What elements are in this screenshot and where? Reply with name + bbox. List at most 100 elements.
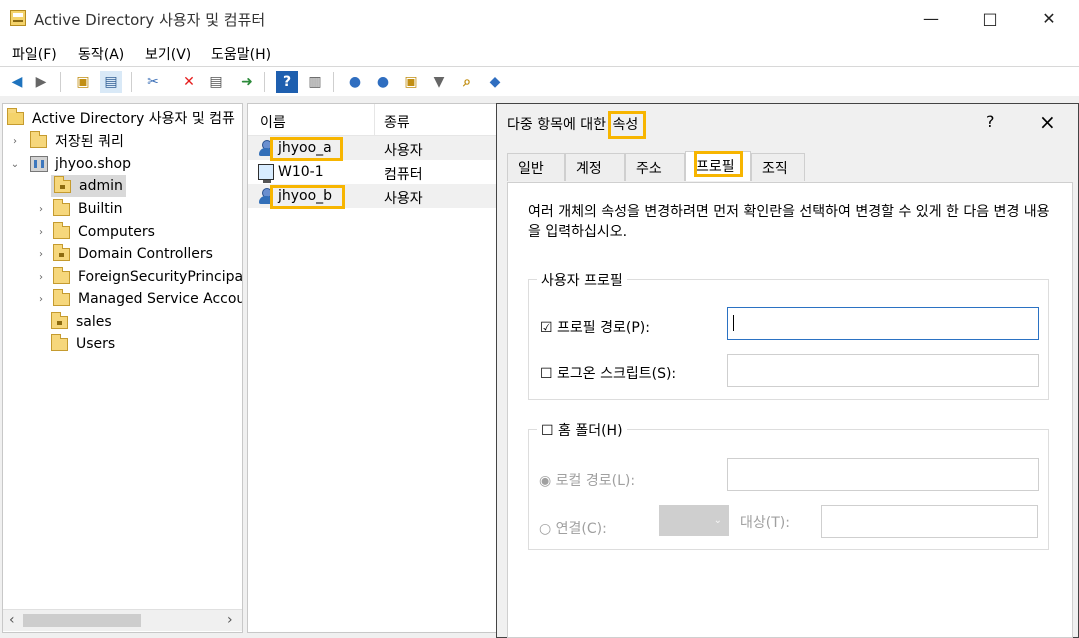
highlight-box: [694, 151, 743, 177]
properties-button[interactable]: ▤: [205, 71, 227, 93]
tree-item-saved-queries[interactable]: › 저장된 쿼리: [9, 130, 124, 152]
profile-path-checkbox[interactable]: ☑ 프로필 경로(P):: [540, 317, 650, 337]
tree-item-domain[interactable]: ⌄ jhyoo.shop: [9, 153, 131, 175]
back-icon: ◀: [11, 74, 23, 90]
maximize-icon: □: [982, 9, 998, 28]
profile-tab-panel: 여러 개체의 속성을 변경하려면 먼저 확인란을 선택하여 변경할 수 있게 한…: [507, 182, 1073, 638]
filter-icon: ▼: [433, 74, 445, 90]
menu-file[interactable]: 파일(F): [12, 44, 57, 64]
up-folder-button[interactable]: ▣: [72, 71, 94, 93]
chevron-right-icon: ›: [39, 248, 43, 260]
maximize-button[interactable]: □: [970, 6, 1010, 32]
folder-icon: [51, 333, 68, 351]
user-profile-group-title: 사용자 프로필: [537, 270, 627, 290]
column-name-header[interactable]: 이름: [260, 112, 286, 132]
tab-account[interactable]: 계정: [565, 153, 625, 181]
back-button[interactable]: ◀: [6, 71, 28, 93]
export-button[interactable]: ➜: [236, 71, 258, 93]
close-icon: ✕: [1042, 9, 1056, 28]
menu-view[interactable]: 보기(V): [145, 44, 191, 64]
multiple-properties-dialog: 다중 항목에 대한 속성 ? × 일반 계정 주소 프로필 조직 여러 개체의 …: [496, 103, 1079, 638]
folder-icon: [53, 221, 70, 239]
local-path-radio[interactable]: ◉ 로컬 경로(L):: [539, 470, 635, 490]
export-icon: ➜: [241, 74, 253, 90]
new-user-button[interactable]: ●: [344, 71, 366, 93]
local-path-input[interactable]: [727, 458, 1039, 491]
column-type-header[interactable]: 종류: [384, 112, 410, 132]
minimize-icon: —: [923, 9, 939, 28]
add-to-group-button[interactable]: ◆: [484, 71, 506, 93]
active-directory-icon: [7, 107, 24, 125]
add-to-group-icon: ◆: [489, 74, 501, 90]
tree-item-sales[interactable]: sales: [51, 311, 112, 333]
menu-action[interactable]: 동작(A): [78, 44, 124, 64]
delete-icon: ✕: [183, 74, 195, 90]
close-window-button[interactable]: ✕: [1029, 6, 1069, 32]
folder-icon: [53, 198, 70, 216]
tree-item-builtin[interactable]: › Builtin: [35, 198, 123, 220]
show-console-tree-icon: ▤: [104, 74, 118, 90]
tab-profile[interactable]: 프로필: [685, 151, 751, 181]
tree-horizontal-scrollbar[interactable]: ‹ ›: [3, 609, 242, 631]
logon-script-input[interactable]: [727, 354, 1039, 387]
profile-path-input[interactable]: [727, 307, 1039, 340]
computer-icon: [258, 164, 274, 183]
menu-help[interactable]: 도움말(H): [211, 44, 271, 64]
tab-general[interactable]: 일반: [507, 153, 565, 181]
tree-item-computers[interactable]: › Computers: [35, 221, 155, 243]
tab-organization[interactable]: 조직: [751, 153, 805, 181]
new-ou-button[interactable]: ▣: [400, 71, 422, 93]
tab-address[interactable]: 주소: [625, 153, 685, 181]
chevron-right-icon: ›: [13, 135, 17, 147]
menu-bar: 파일(F) 동작(A) 보기(V) 도움말(H): [0, 38, 1079, 66]
new-group-button[interactable]: ●: [372, 71, 394, 93]
dialog-help-button[interactable]: ?: [986, 112, 995, 131]
logon-script-checkbox[interactable]: ☐ 로그온 스크립트(S):: [540, 363, 676, 383]
dialog-close-button[interactable]: ×: [1039, 110, 1056, 134]
scroll-left-icon[interactable]: ‹: [9, 612, 15, 628]
target-path-input[interactable]: [821, 505, 1038, 538]
help-button[interactable]: ?: [276, 71, 298, 93]
list-row-w10-1[interactable]: W10-1 컴퓨터: [248, 160, 496, 184]
tree-scroll-thumb[interactable]: [23, 614, 141, 627]
toolbar: ◀ ▶ ▣ ▤ ✂ ✕ ▤ ➜ ? ▥ ● ● ▣ ▼ ⌕ ◆: [0, 66, 1079, 96]
filter-button[interactable]: ▼: [428, 71, 450, 93]
row-type: 사용자: [384, 191, 423, 207]
highlight-box: [607, 111, 646, 139]
column-divider[interactable]: [374, 104, 375, 135]
home-folder-checkbox[interactable]: ☐ 홈 폴더(H): [537, 420, 627, 440]
find-icon: ⌕: [463, 74, 471, 90]
toolbar-separator: [333, 72, 334, 92]
chevron-down-icon: ⌄: [10, 158, 20, 170]
delete-button[interactable]: ✕: [178, 71, 200, 93]
tree-item-admin[interactable]: admin: [51, 175, 126, 197]
list-row-jhyoo-a[interactable]: jhyoo_a 사용자: [248, 136, 496, 161]
cut-button[interactable]: ✂: [142, 71, 164, 93]
find-button[interactable]: ⌕: [456, 71, 478, 93]
forward-button[interactable]: ▶: [30, 71, 52, 93]
organizational-unit-icon: [54, 175, 71, 193]
tree-item-domain-controllers[interactable]: › Domain Controllers: [35, 243, 213, 265]
tree-item-managed-service-accounts[interactable]: › Managed Service Accour: [35, 288, 242, 310]
target-label: 대상(T):: [740, 515, 790, 531]
highlight-box: [270, 185, 345, 209]
user-profile-group: 사용자 프로필 ☑ 프로필 경로(P): ☐ 로그온 스크립트(S):: [528, 270, 1049, 400]
list-header: 이름 종류: [248, 104, 496, 136]
connect-radio[interactable]: ○ 연결(C):: [539, 518, 607, 538]
minimize-button[interactable]: —: [911, 6, 951, 32]
row-name: W10-1: [278, 164, 324, 180]
drive-letter-dropdown[interactable]: ⌄: [659, 505, 729, 536]
scroll-right-icon[interactable]: ›: [227, 612, 233, 628]
list-row-jhyoo-b[interactable]: jhyoo_b 사용자: [248, 184, 496, 209]
show-console-tree-button[interactable]: ▤: [100, 71, 122, 93]
window-title: Active Directory 사용자 및 컴퓨터: [34, 11, 266, 29]
tree-item-foreign-security-principals[interactable]: › ForeignSecurityPrincipals: [35, 266, 242, 288]
show-action-pane-button[interactable]: ▥: [304, 71, 326, 93]
tree-root[interactable]: Active Directory 사용자 및 컴퓨: [7, 107, 235, 129]
new-ou-icon: ▣: [404, 74, 418, 90]
text-cursor: [733, 315, 734, 331]
tree-item-users[interactable]: Users: [51, 333, 115, 355]
toolbar-separator: [60, 72, 61, 92]
window-title-bar: Active Directory 사용자 및 컴퓨터 — □ ✕: [0, 0, 1079, 38]
active-directory-app-icon: [10, 10, 26, 26]
